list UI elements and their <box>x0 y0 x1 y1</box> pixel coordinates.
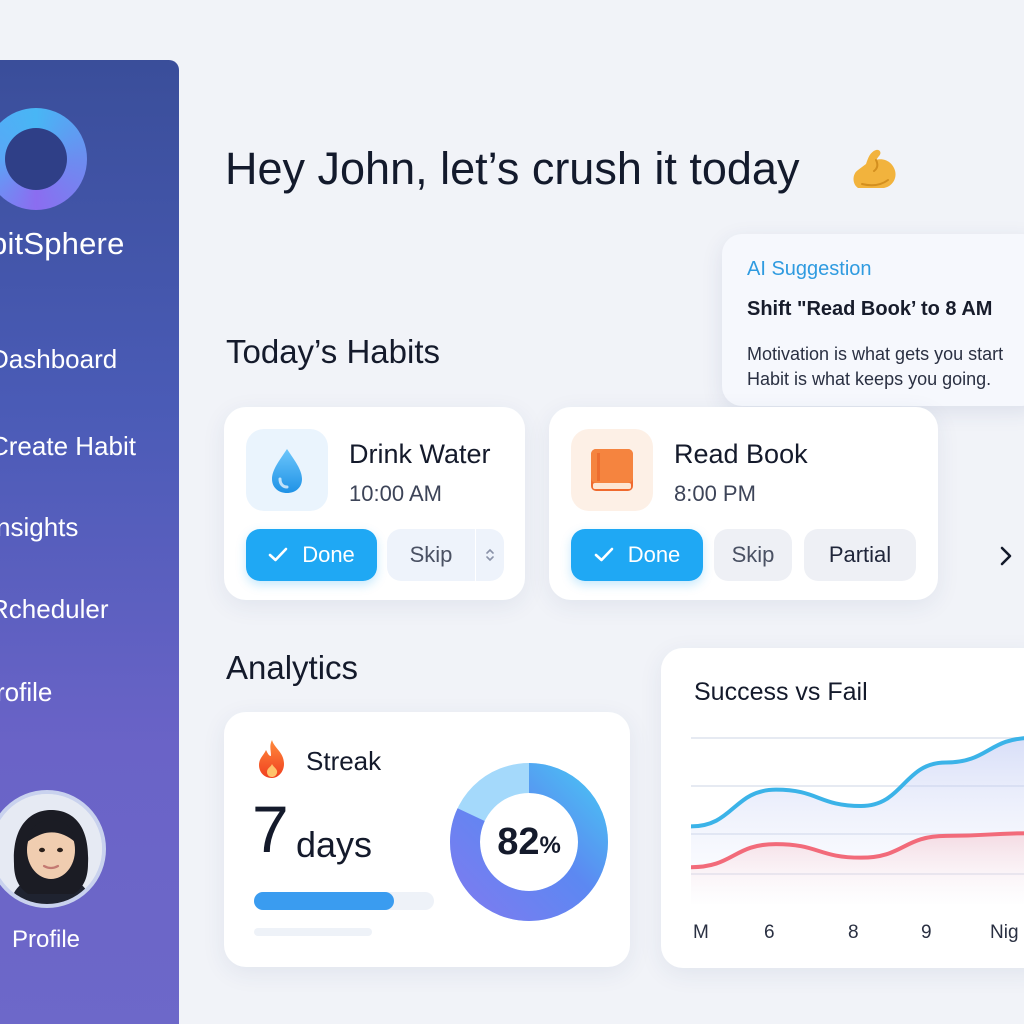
streak-unit: days <box>296 824 373 865</box>
completion-value: 82 <box>497 820 540 863</box>
ai-suggestion-quote: Motivation is what gets you start Habit … <box>747 342 1003 392</box>
skip-button[interactable]: Skip <box>387 529 475 581</box>
ai-suggestion-title: Shift "Read Book’ to 8 AM <box>747 298 993 320</box>
sidebar-item-create-habit[interactable]: Create Habit <box>0 431 136 462</box>
x-tick-label: M <box>693 922 709 943</box>
habit-icon-tile <box>571 429 653 511</box>
water-drop-icon <box>272 449 302 493</box>
streak-label: Streak <box>306 746 382 776</box>
habit-card-read-book: Read Book 8:00 PM Done Skip Partial <box>549 407 938 600</box>
success-fail-chart-card: Success vs Fail M 6 8 9 Nig <box>661 648 1024 968</box>
x-tick-label: 8 <box>848 922 859 943</box>
sidebar: bitSphere Dashboard Create Habit nsights… <box>0 60 179 1024</box>
check-icon <box>594 547 614 562</box>
partial-button[interactable]: Partial <box>804 529 916 581</box>
habit-icon-tile <box>246 429 328 511</box>
quote-line: Motivation is what gets you start <box>747 344 1004 364</box>
habit-name: Read Book <box>674 439 808 469</box>
x-tick-label: 9 <box>921 922 932 943</box>
partial-button-label: Partial <box>828 542 892 567</box>
ai-suggestion-tag: AI Suggestion <box>747 258 872 280</box>
done-button[interactable]: Done <box>246 529 377 581</box>
page-title: Hey John, let’s crush it today <box>225 143 800 194</box>
streak-progress-bar <box>254 892 434 910</box>
avatar-portrait-icon <box>0 794 102 904</box>
analytics-section-title: Analytics <box>226 649 359 686</box>
logo-ring-icon <box>0 108 87 210</box>
skip-button[interactable]: Skip <box>714 529 792 581</box>
streak-card: Streak 7 days 82% <box>224 712 630 967</box>
brand-name: bitSphere <box>0 226 125 261</box>
done-button-label: Done <box>627 542 681 567</box>
x-tick-label: 6 <box>764 922 775 943</box>
skip-button-label: Skip <box>731 542 775 567</box>
habit-time: 10:00 AM <box>349 481 442 506</box>
x-tick-label: Nig <box>990 922 1019 943</box>
streak-value: 7 <box>252 792 289 866</box>
flame-icon <box>259 740 284 778</box>
chart-title: Success vs Fail <box>694 678 868 706</box>
avatar[interactable] <box>0 790 106 908</box>
done-button-label: Done <box>302 542 355 567</box>
completion-unit: % <box>539 832 561 859</box>
sidebar-item-scheduler[interactable]: Rcheduler <box>0 594 109 625</box>
check-icon <box>268 547 288 562</box>
sidebar-item-profile[interactable]: rofile <box>0 677 52 708</box>
flexed-biceps-icon <box>853 149 896 188</box>
quote-line: Habit is what keeps you going. <box>747 369 992 389</box>
profile-label[interactable]: Profile <box>12 926 80 954</box>
streak-progress-secondary <box>254 928 372 936</box>
habit-time: 8:00 PM <box>674 481 756 506</box>
habit-card-drink-water: Drink Water 10:00 AM Done Skip <box>224 407 525 600</box>
chevron-right-icon[interactable] <box>993 541 1019 571</box>
up-down-chevron-icon <box>486 548 494 562</box>
streak-progress-fill <box>254 892 395 910</box>
ai-suggestion-card[interactable]: AI Suggestion Shift "Read Book’ to 8 AM … <box>722 234 1024 406</box>
sidebar-item-insights[interactable]: nsights <box>0 512 78 543</box>
line-chart <box>691 736 1024 904</box>
sidebar-item-dashboard[interactable]: Dashboard <box>0 344 117 375</box>
book-icon <box>591 449 633 491</box>
habits-section-title: Today’s Habits <box>226 333 441 370</box>
done-button[interactable]: Done <box>571 529 703 581</box>
habit-name: Drink Water <box>349 439 491 469</box>
skip-button-label: Skip <box>409 542 453 567</box>
completion-percent: 82% <box>449 762 609 922</box>
options-stepper[interactable] <box>476 529 504 581</box>
